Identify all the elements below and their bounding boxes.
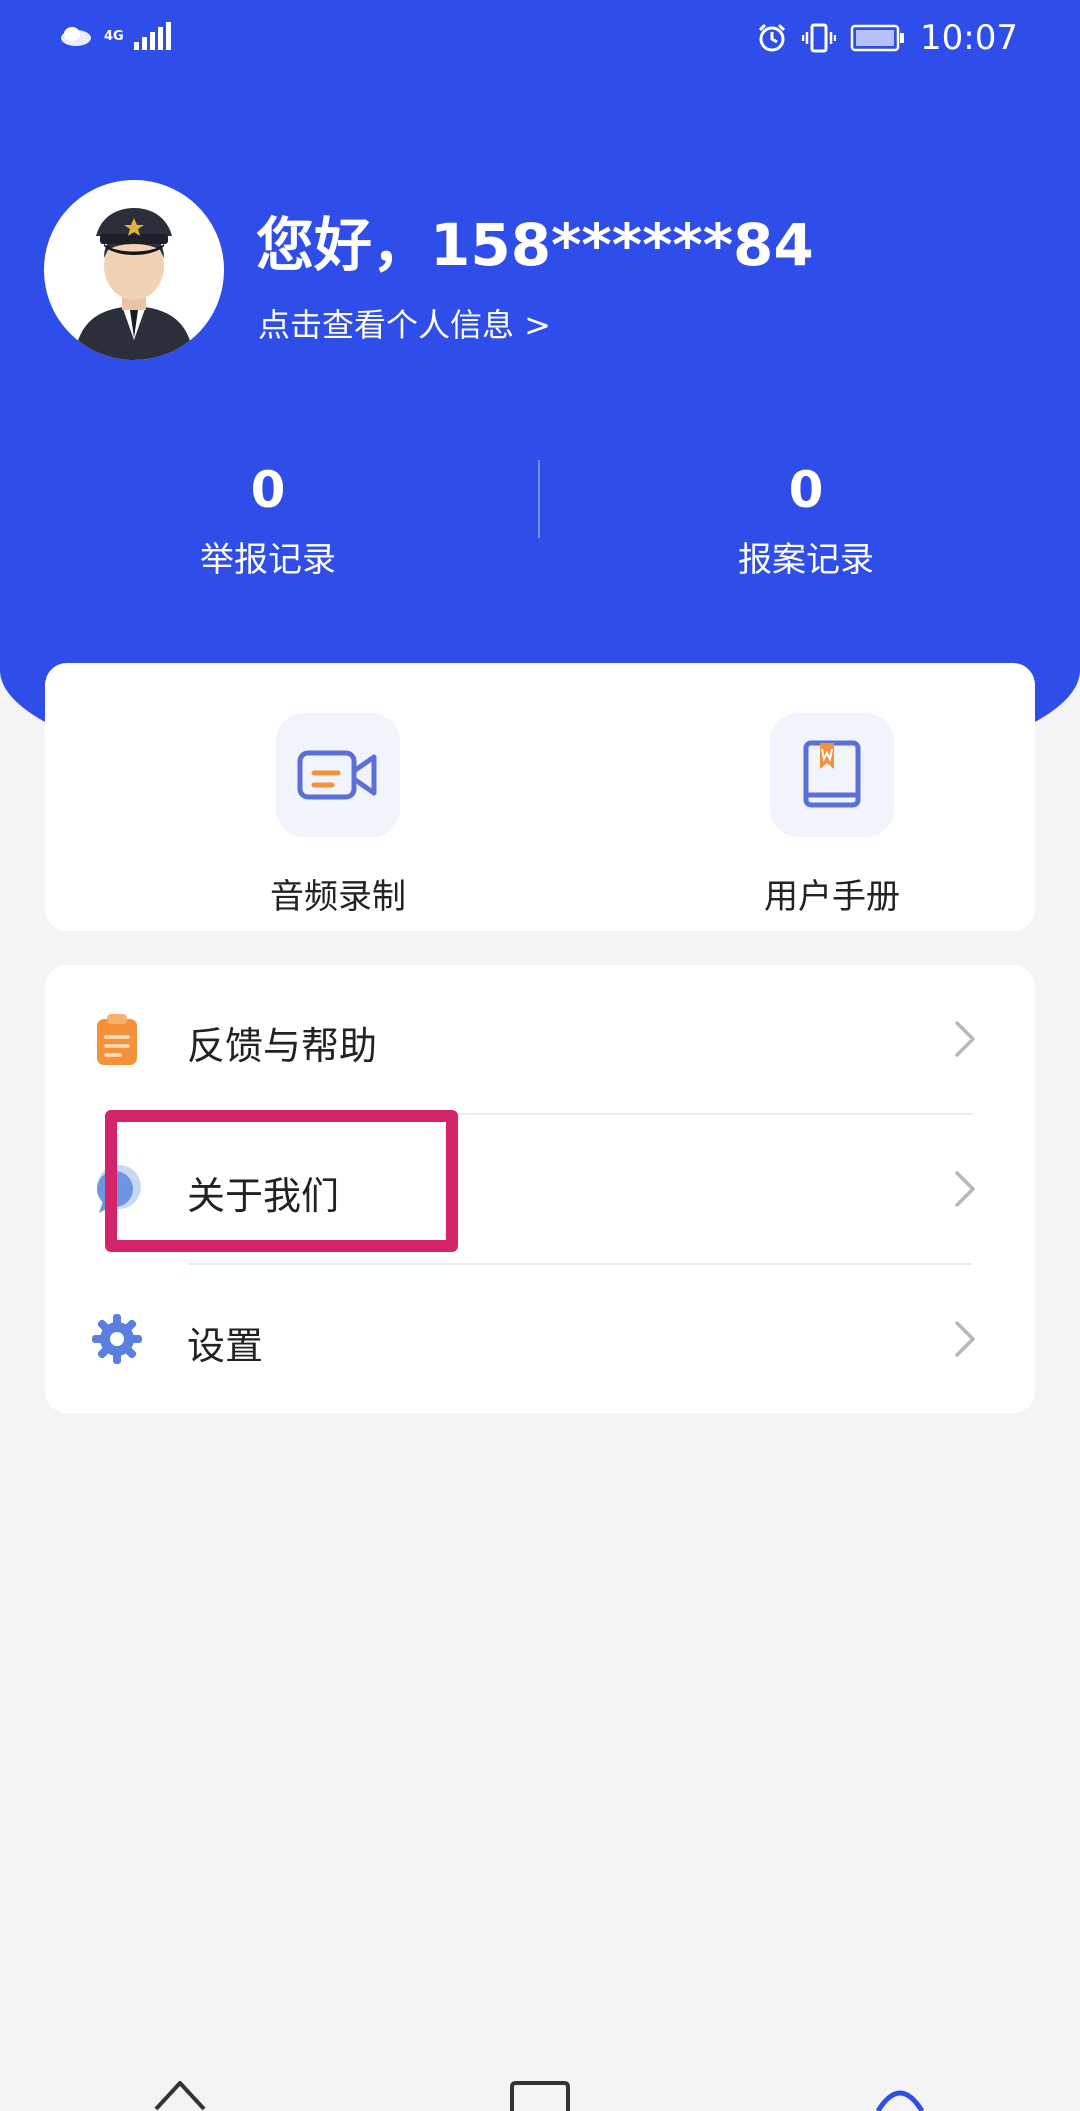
status-right: 10:07 [756,18,1018,58]
tool-user-manual[interactable]: 用户手册 [702,713,962,918]
message-tab-icon[interactable] [508,2079,572,2111]
annotation-highlight-box [105,1110,458,1252]
profile-tab-icon[interactable] [870,2081,930,2111]
status-left: 4G [58,22,171,50]
chevron-right-icon [955,1171,975,1207]
stat-label: 报案记录 [738,540,874,580]
menu-item-label: 设置 [187,1324,264,1368]
stat-report-records[interactable]: 0 举报记录 [118,460,418,581]
avatar[interactable] [44,180,224,360]
stat-divider [538,460,540,538]
greeting-text: 您好，158******84 [256,211,814,279]
home-tab-icon[interactable] [150,2075,210,2111]
cloud-icon [61,27,91,46]
status-bar: 4G 10:07 [0,0,1080,80]
stat-value: 0 [788,461,824,519]
stat-case-records[interactable]: 0 报案记录 [656,460,956,581]
tool-audio-recording[interactable]: 音频录制 [208,713,468,918]
tools-card: 音频录制 用户手册 [45,663,1035,931]
tool-label: 音频录制 [270,877,406,917]
stat-label: 举报记录 [200,540,336,580]
gear-icon [92,1314,142,1364]
menu-item-feedback-help[interactable]: 反馈与帮助 [45,965,1035,1113]
chevron-right-icon [955,1021,975,1057]
menu-item-label: 反馈与帮助 [187,1024,378,1068]
battery-icon [850,24,905,52]
view-profile-label: 点击查看个人信息 > [258,306,551,344]
signal-icon [133,22,171,50]
network-type: 4G [104,28,124,44]
stat-value: 0 [250,461,286,519]
bottom-tab-bar [0,2075,1080,2111]
chevron-right-icon [955,1321,975,1357]
tool-icon-box [770,713,894,837]
menu-item-settings[interactable]: 设置 [45,1265,1035,1413]
clipboard-icon [97,1014,137,1065]
book-icon [803,740,861,808]
tool-label: 用户手册 [764,877,900,917]
alarm-icon [758,23,786,52]
stats-row: 0 举报记录 0 报案记录 [0,460,1080,600]
vibrate-icon [802,23,837,53]
police-officer-avatar-icon [44,180,224,360]
video-camera-icon [297,750,377,800]
view-profile-link[interactable]: 点击查看个人信息 > [258,300,551,346]
tool-icon-box [276,713,400,837]
clock-time: 10:07 [920,18,1018,58]
